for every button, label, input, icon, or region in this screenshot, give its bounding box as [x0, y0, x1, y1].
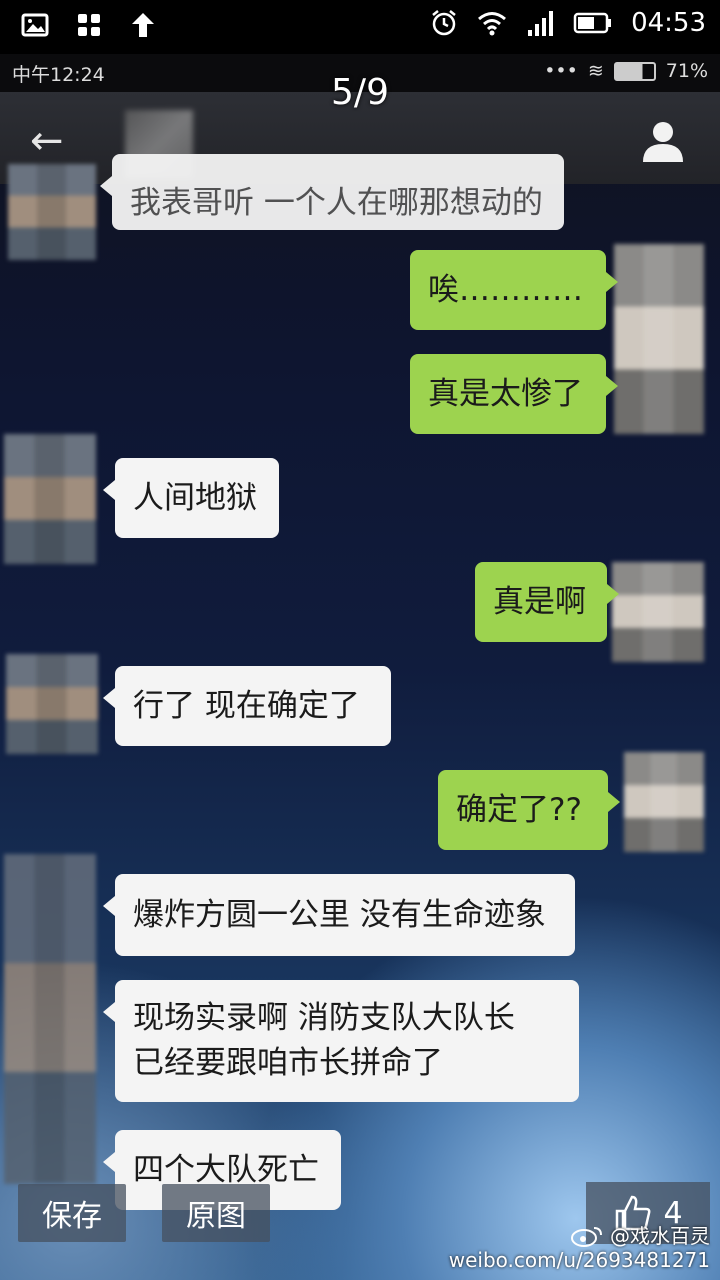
message-bubble-right: 真是啊 — [475, 562, 619, 642]
alarm-icon — [432, 10, 456, 36]
weibo-watermark: @戏水百灵 weibo.com/u/2693481271 — [449, 1224, 710, 1272]
avatar-left — [4, 854, 96, 1184]
upload-arrow-icon — [132, 13, 154, 37]
signal-icon — [528, 11, 554, 36]
image-counter: 5/9 — [331, 72, 389, 113]
message-bubble-right: 真是太惨了 — [410, 354, 618, 434]
avatar-right — [614, 244, 704, 434]
person-icon — [643, 122, 683, 162]
outer-status-bar: 04:53 — [0, 0, 720, 54]
grid-icon — [78, 14, 100, 36]
message-bubble-left: 行了 现在确定了 — [103, 666, 391, 746]
message-bubble-right: 确定了?? — [438, 770, 620, 850]
chat-photo: 中午12:24 ••• ≋ 71% ← 我表哥听 一个人在哪那想动的 唉…………… — [0, 54, 720, 1280]
weibo-logo-icon — [571, 1227, 602, 1247]
avatar-right — [612, 562, 704, 662]
avatar-left — [4, 434, 96, 564]
avatar-left — [6, 654, 98, 754]
watermark-url: weibo.com/u/2693481271 — [448, 1248, 710, 1272]
original-image-button[interactable]: 原图 — [162, 1184, 270, 1242]
message-bubble-right: 唉………… — [410, 250, 618, 330]
avatar-left — [8, 164, 96, 260]
watermark-handle: @戏水百灵 — [610, 1224, 710, 1248]
message-bubble-left: 现场实录啊 消防支队大队长 已经要跟咱市长拼命了 — [103, 980, 579, 1102]
battery-icon — [573, 12, 612, 34]
message-bubble-left: 我表哥听 一个人在哪那想动的 — [100, 154, 564, 230]
message-bubble-left: 人间地狱 — [103, 458, 279, 538]
image-icon — [21, 13, 49, 37]
save-button[interactable]: 保存 — [18, 1184, 126, 1242]
message-bubble-left: 爆炸方圆一公里 没有生命迹象 — [103, 874, 575, 956]
wifi-icon — [478, 12, 507, 36]
outer-clock: 04:53 — [631, 8, 706, 38]
avatar-right — [624, 752, 704, 852]
back-arrow-icon: ← — [30, 118, 64, 164]
